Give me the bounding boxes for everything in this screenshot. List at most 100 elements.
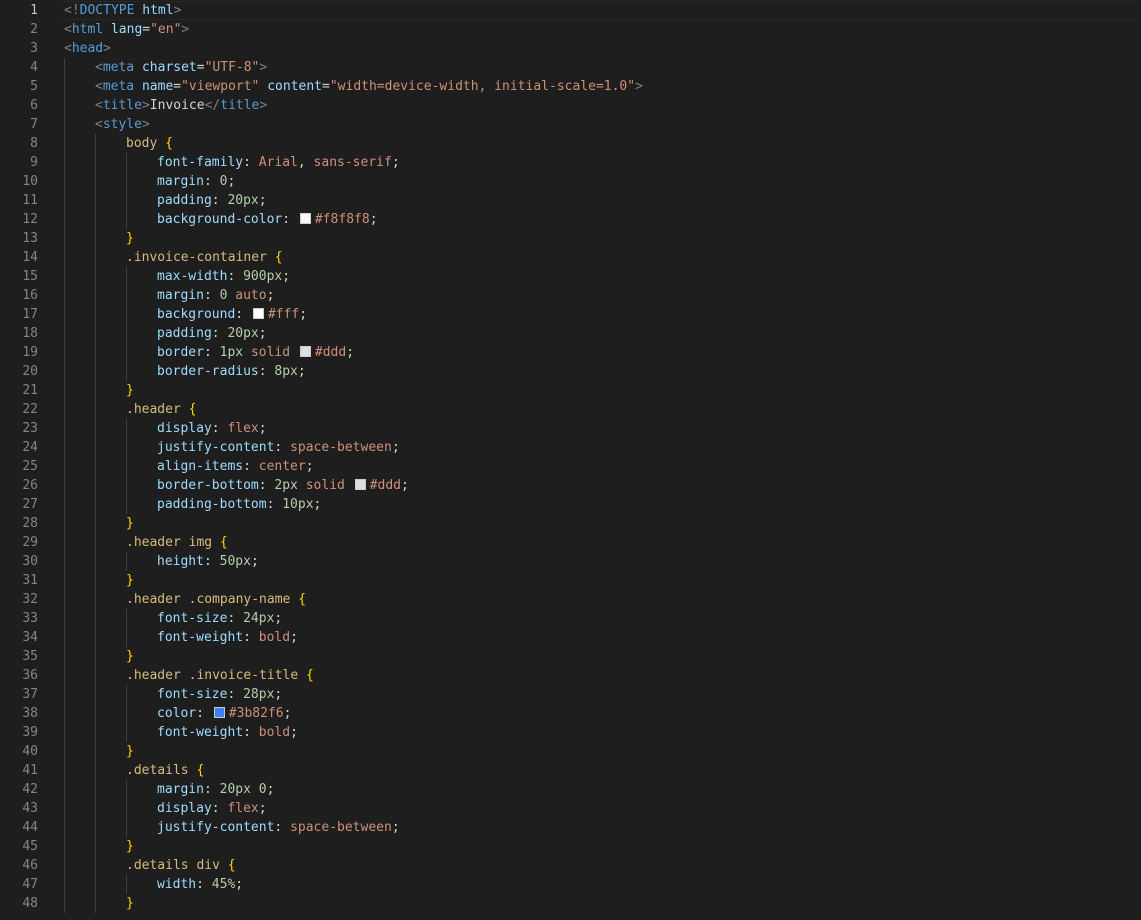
code-line[interactable]: 33 font-size: 24px; [0, 609, 1141, 628]
code-text[interactable]: .details { [126, 761, 204, 780]
color-swatch[interactable] [354, 479, 366, 490]
code-line[interactable]: 38 color: #3b82f6; [0, 704, 1141, 723]
code-line[interactable]: 19 border: 1px solid #ddd; [0, 343, 1141, 362]
code-text[interactable]: .header { [126, 400, 196, 419]
code-text[interactable]: background: #fff; [157, 305, 307, 324]
code-line[interactable]: 36 .header .invoice-title { [0, 666, 1141, 685]
code-text[interactable]: display: flex; [157, 799, 267, 818]
code-line[interactable]: 20 border-radius: 8px; [0, 362, 1141, 381]
code-line[interactable]: 40} [0, 742, 1141, 761]
code-text[interactable]: } [126, 894, 134, 913]
code-line[interactable]: 1 <!DOCTYPE html> [0, 1, 1141, 20]
code-text[interactable]: } [126, 742, 134, 761]
code-text[interactable]: background-color: #f8f8f8; [157, 210, 378, 229]
code-text[interactable]: .header img { [126, 533, 228, 552]
code-lines[interactable]: 1 <!DOCTYPE html> 2 <html lang="en"> 3 <head>… [0, 1, 1141, 913]
code-line[interactable]: 35} [0, 647, 1141, 666]
code-line[interactable]: 12 background-color: #f8f8f8; [0, 210, 1141, 229]
color-swatch[interactable] [252, 308, 264, 319]
code-text[interactable]: } [126, 571, 134, 590]
color-swatch[interactable] [299, 213, 311, 224]
code-text[interactable]: .invoice-container { [126, 248, 283, 267]
code-text[interactable]: <style> [95, 115, 150, 134]
code-line[interactable]: 39 font-weight: bold; [0, 723, 1141, 742]
code-line[interactable]: 45} [0, 837, 1141, 856]
code-line[interactable]: 44 justify-content: space-between; [0, 818, 1141, 837]
code-line[interactable]: 21} [0, 381, 1141, 400]
code-text[interactable]: } [126, 514, 134, 533]
code-line[interactable]: 14 .invoice-container { [0, 248, 1141, 267]
code-text[interactable]: padding: 20px; [157, 191, 267, 210]
code-text[interactable]: height: 50px; [157, 552, 259, 571]
code-text[interactable]: margin: 0 auto; [157, 286, 274, 305]
code-line[interactable]: 29 .header img { [0, 533, 1141, 552]
code-text[interactable]: <head> [64, 39, 111, 58]
code-line[interactable]: 47 width: 45%; [0, 875, 1141, 894]
code-line[interactable]: 2 <html lang="en"> [0, 20, 1141, 39]
code-line[interactable]: 6 <title>Invoice</title> [0, 96, 1141, 115]
code-line[interactable]: 25 align-items: center; [0, 457, 1141, 476]
code-line[interactable]: 9 font-family: Arial, sans-serif; [0, 153, 1141, 172]
code-line[interactable]: 32 .header .company-name { [0, 590, 1141, 609]
code-text[interactable]: .header .company-name { [126, 590, 306, 609]
code-text[interactable]: width: 45%; [157, 875, 243, 894]
code-text[interactable]: <!DOCTYPE html> [64, 1, 181, 20]
code-text[interactable]: <title>Invoice</title> [95, 96, 267, 115]
code-text[interactable]: .details div { [126, 856, 236, 875]
code-text[interactable]: font-size: 24px; [157, 609, 282, 628]
code-text[interactable]: border-radius: 8px; [157, 362, 306, 381]
code-text[interactable]: } [126, 837, 134, 856]
code-text[interactable]: justify-content: space-between; [157, 438, 400, 457]
code-text[interactable]: padding: 20px; [157, 324, 267, 343]
code-line[interactable]: 24 justify-content: space-between; [0, 438, 1141, 457]
code-line[interactable]: 43 display: flex; [0, 799, 1141, 818]
code-text[interactable]: border-bottom: 2px solid #ddd; [157, 476, 409, 495]
code-text[interactable]: <meta charset="UTF-8"> [95, 58, 267, 77]
code-text[interactable]: justify-content: space-between; [157, 818, 400, 837]
code-line[interactable]: 26 border-bottom: 2px solid #ddd; [0, 476, 1141, 495]
code-line[interactable]: 48} [0, 894, 1141, 913]
code-line[interactable]: 46 .details div { [0, 856, 1141, 875]
code-text[interactable]: font-weight: bold; [157, 628, 298, 647]
code-line[interactable]: 7 <style> [0, 115, 1141, 134]
code-line[interactable]: 23 display: flex; [0, 419, 1141, 438]
code-line[interactable]: 22 .header { [0, 400, 1141, 419]
code-line[interactable]: 3 <head> [0, 39, 1141, 58]
code-line[interactable]: 27 padding-bottom: 10px; [0, 495, 1141, 514]
code-line[interactable]: 5 <meta name="viewport" content="width=de… [0, 77, 1141, 96]
code-line[interactable]: 13} [0, 229, 1141, 248]
code-line[interactable]: 4 <meta charset="UTF-8"> [0, 58, 1141, 77]
code-text[interactable]: display: flex; [157, 419, 267, 438]
code-editor[interactable]: 1 <!DOCTYPE html> 2 <html lang="en"> 3 <head>… [0, 0, 1141, 920]
code-text[interactable]: max-width: 900px; [157, 267, 290, 286]
code-text[interactable]: color: #3b82f6; [157, 704, 291, 723]
code-text[interactable]: } [126, 647, 134, 666]
code-text[interactable]: } [126, 229, 134, 248]
code-line[interactable]: 28} [0, 514, 1141, 533]
code-text[interactable]: border: 1px solid #ddd; [157, 343, 354, 362]
code-line[interactable]: 34 font-weight: bold; [0, 628, 1141, 647]
code-text[interactable]: <html lang="en"> [64, 20, 189, 39]
code-text[interactable]: padding-bottom: 10px; [157, 495, 321, 514]
code-text[interactable]: body { [126, 134, 173, 153]
code-line[interactable]: 16 margin: 0 auto; [0, 286, 1141, 305]
code-text[interactable]: } [126, 381, 134, 400]
code-text[interactable]: font-weight: bold; [157, 723, 298, 742]
color-swatch[interactable] [299, 346, 311, 357]
code-text[interactable]: font-size: 28px; [157, 685, 282, 704]
code-line[interactable]: 10 margin: 0; [0, 172, 1141, 191]
code-line[interactable]: 15 max-width: 900px; [0, 267, 1141, 286]
code-line[interactable]: 17 background: #fff; [0, 305, 1141, 324]
code-text[interactable]: margin: 0; [157, 172, 235, 191]
code-line[interactable]: 42 margin: 20px 0; [0, 780, 1141, 799]
code-text[interactable]: margin: 20px 0; [157, 780, 274, 799]
code-line[interactable]: 18 padding: 20px; [0, 324, 1141, 343]
code-line[interactable]: 31} [0, 571, 1141, 590]
code-line[interactable]: 11 padding: 20px; [0, 191, 1141, 210]
code-text[interactable]: font-family: Arial, sans-serif; [157, 153, 400, 172]
code-text[interactable]: .header .invoice-title { [126, 666, 314, 685]
color-swatch[interactable] [213, 707, 225, 718]
code-text[interactable]: <meta name="viewport" content="width=dev… [95, 77, 643, 96]
code-text[interactable]: align-items: center; [157, 457, 314, 476]
code-line[interactable]: 30 height: 50px; [0, 552, 1141, 571]
